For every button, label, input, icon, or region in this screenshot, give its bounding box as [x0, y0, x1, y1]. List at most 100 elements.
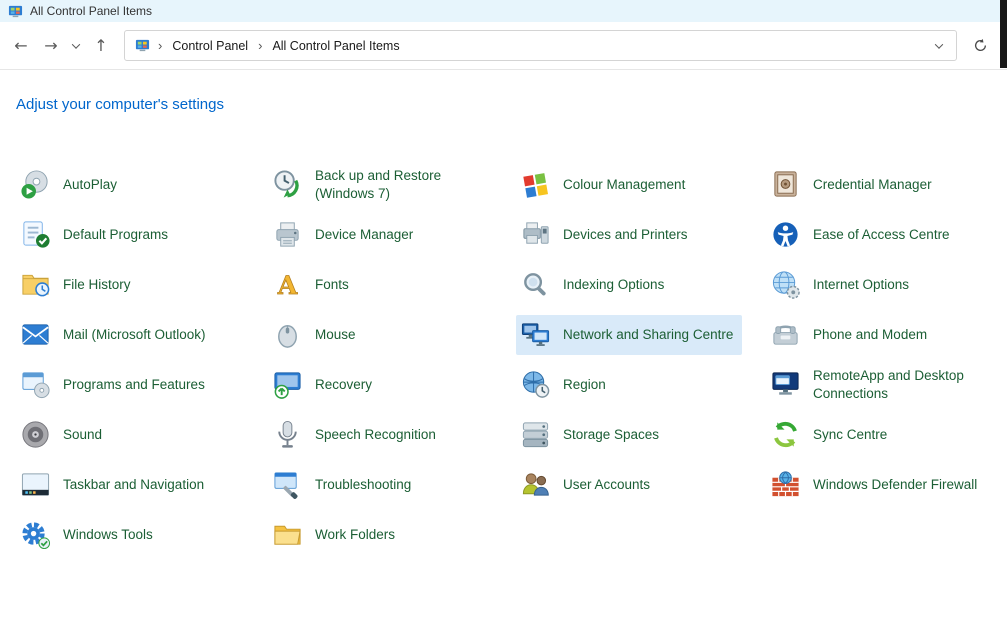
- control-panel-item-mail-microsoft-outlook[interactable]: Mail (Microsoft Outlook): [16, 315, 215, 355]
- screen-edge: [1000, 0, 1007, 68]
- mail-icon: [20, 319, 52, 351]
- control-panel-window: All Control Panel Items ← → ↑ › Control …: [0, 0, 1007, 560]
- network-sharing-icon: [520, 319, 552, 351]
- control-panel-item-troubleshooting[interactable]: Troubleshooting: [268, 465, 420, 505]
- chevron-down-icon: [72, 40, 80, 48]
- refresh-button[interactable]: [965, 31, 995, 61]
- page-heading: Adjust your computer's settings: [16, 96, 224, 113]
- devices-printers-icon: [520, 219, 552, 251]
- item-label: File History: [63, 276, 131, 294]
- control-panel-items-grid: AutoPlay Back up and Restore (Windows 7) C…: [16, 160, 997, 560]
- control-panel-item-user-accounts[interactable]: User Accounts: [516, 465, 659, 505]
- item-label: Internet Options: [813, 276, 909, 294]
- control-panel-item-windows-tools[interactable]: Windows Tools: [16, 515, 162, 555]
- control-panel-item-work-folders[interactable]: Work Folders: [268, 515, 404, 555]
- navigation-toolbar: ← → ↑ › Control Panel › All Control Pane…: [0, 22, 1007, 70]
- control-panel-item-network-and-sharing-centre[interactable]: Network and Sharing Centre: [516, 315, 742, 355]
- item-label: Devices and Printers: [563, 226, 688, 244]
- mouse-icon: [272, 319, 304, 351]
- breadcrumb-separator: ›: [158, 38, 162, 53]
- control-panel-window-icon: [8, 4, 23, 19]
- control-panel-item-file-history[interactable]: File History: [16, 265, 140, 305]
- item-label: Taskbar and Navigation: [63, 476, 204, 494]
- user-accounts-icon: [520, 469, 552, 501]
- refresh-icon: [973, 38, 988, 53]
- control-panel-item-autoplay[interactable]: AutoPlay: [16, 165, 126, 205]
- default-programs-icon: [20, 219, 52, 251]
- taskbar-navigation-icon: [20, 469, 52, 501]
- control-panel-item-devices-and-printers[interactable]: Devices and Printers: [516, 215, 697, 255]
- control-panel-item-sync-centre[interactable]: Sync Centre: [766, 415, 896, 455]
- control-panel-item-windows-defender-firewall[interactable]: Windows Defender Firewall: [766, 465, 986, 505]
- backup-restore-icon: [272, 169, 304, 201]
- control-panel-item-mouse[interactable]: Mouse: [268, 315, 365, 355]
- control-panel-item-phone-and-modem[interactable]: Phone and Modem: [766, 315, 936, 355]
- item-label: Speech Recognition: [315, 426, 436, 444]
- item-label: Ease of Access Centre: [813, 226, 950, 244]
- address-bar[interactable]: › Control Panel › All Control Panel Item…: [124, 30, 957, 61]
- control-panel-item-indexing-options[interactable]: Indexing Options: [516, 265, 673, 305]
- up-arrow-icon: ↑: [94, 36, 107, 55]
- colour-management-icon: [520, 169, 552, 201]
- item-label: Credential Manager: [813, 176, 932, 194]
- control-panel-item-device-manager[interactable]: Device Manager: [268, 215, 422, 255]
- item-label: Recovery: [315, 376, 372, 394]
- item-label: RemoteApp and Desktop Connections: [813, 367, 991, 402]
- item-label: Device Manager: [315, 226, 413, 244]
- control-panel-item-storage-spaces[interactable]: Storage Spaces: [516, 415, 668, 455]
- region-icon: [520, 369, 552, 401]
- control-panel-item-taskbar-and-navigation[interactable]: Taskbar and Navigation: [16, 465, 213, 505]
- file-history-icon: [20, 269, 52, 301]
- breadcrumb-control-panel[interactable]: Control Panel: [170, 37, 250, 55]
- control-panel-item-credential-manager[interactable]: Credential Manager: [766, 165, 941, 205]
- work-folders-icon: [272, 519, 304, 551]
- control-panel-item-programs-and-features[interactable]: Programs and Features: [16, 365, 214, 405]
- item-label: Mouse: [315, 326, 356, 344]
- device-manager-icon: [272, 219, 304, 251]
- item-label: Indexing Options: [563, 276, 664, 294]
- control-panel-item-remoteapp-and-desktop-connections[interactable]: RemoteApp and Desktop Connections: [766, 363, 1000, 406]
- sound-icon: [20, 419, 52, 451]
- phone-modem-icon: [770, 319, 802, 351]
- item-label: AutoPlay: [63, 176, 117, 194]
- control-panel-item-internet-options[interactable]: Internet Options: [766, 265, 918, 305]
- item-label: Windows Tools: [63, 526, 153, 544]
- control-panel-item-default-programs[interactable]: Default Programs: [16, 215, 177, 255]
- svg-text:A: A: [277, 270, 298, 300]
- item-label: Work Folders: [315, 526, 395, 544]
- location-icon: [135, 38, 150, 53]
- forward-button[interactable]: →: [36, 31, 66, 61]
- sync-centre-icon: [770, 419, 802, 451]
- windows-tools-icon: [20, 519, 52, 551]
- control-panel-item-ease-of-access-centre[interactable]: Ease of Access Centre: [766, 215, 959, 255]
- autoplay-icon: [20, 169, 52, 201]
- item-label: Region: [563, 376, 606, 394]
- windows-defender-firewall-icon: [770, 469, 802, 501]
- chevron-down-icon: [935, 40, 943, 48]
- control-panel-item-region[interactable]: Region: [516, 365, 615, 405]
- item-label: Windows Defender Firewall: [813, 476, 977, 494]
- ease-of-access-icon: [770, 219, 802, 251]
- breadcrumb-all-control-panel-items[interactable]: All Control Panel Items: [270, 37, 401, 55]
- content-area: Adjust your computer's settings AutoPlay…: [0, 70, 1007, 560]
- control-panel-item-colour-management[interactable]: Colour Management: [516, 165, 694, 205]
- up-button[interactable]: ↑: [86, 31, 116, 61]
- recent-locations-dropdown-button[interactable]: [66, 31, 86, 61]
- item-label: Sound: [63, 426, 102, 444]
- storage-spaces-icon: [520, 419, 552, 451]
- forward-arrow-icon: →: [44, 36, 57, 55]
- control-panel-item-fonts[interactable]: A Fonts: [268, 265, 358, 305]
- titlebar: All Control Panel Items: [0, 0, 1007, 22]
- item-label: Mail (Microsoft Outlook): [63, 326, 206, 344]
- back-button[interactable]: ←: [6, 31, 36, 61]
- address-dropdown-button[interactable]: [932, 39, 946, 53]
- control-panel-item-speech-recognition[interactable]: Speech Recognition: [268, 415, 445, 455]
- control-panel-item-back-up-and-restore-windows-7[interactable]: Back up and Restore (Windows 7): [268, 163, 502, 206]
- recovery-icon: [272, 369, 304, 401]
- control-panel-item-recovery[interactable]: Recovery: [268, 365, 381, 405]
- item-label: Phone and Modem: [813, 326, 927, 344]
- item-label: Fonts: [315, 276, 349, 294]
- control-panel-item-sound[interactable]: Sound: [16, 415, 111, 455]
- indexing-options-icon: [520, 269, 552, 301]
- item-label: Sync Centre: [813, 426, 887, 444]
